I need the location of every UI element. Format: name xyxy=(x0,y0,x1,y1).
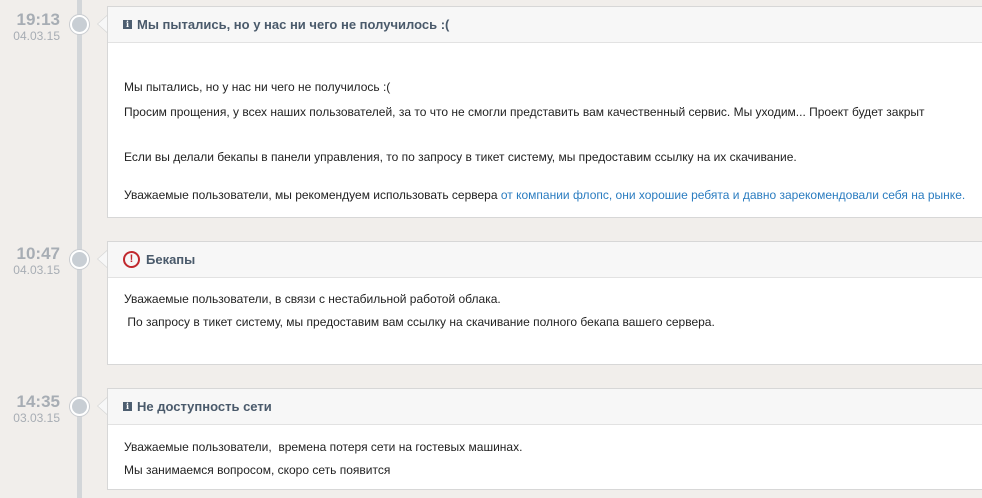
timeline-dot xyxy=(70,397,89,416)
timeline-dot xyxy=(70,250,89,269)
announcement-card: i Мы пытались, но у нас ни чего не получ… xyxy=(107,6,982,218)
body-line: Просим прощения, у всех наших пользовате… xyxy=(124,105,925,119)
body-line: По запросу в тикет систему, мы предостав… xyxy=(124,315,715,329)
card-pointer xyxy=(97,15,107,33)
card-pointer xyxy=(97,397,107,415)
body-line: Уважаемые пользователи, в связи с нестаб… xyxy=(124,292,501,306)
timeline-dot xyxy=(70,15,89,34)
card-body: Мы пытались, но у нас ни чего не получил… xyxy=(108,80,982,203)
entry-timestamp: 10:47 04.03.15 xyxy=(0,245,60,277)
entry-date: 03.03.15 xyxy=(13,411,60,425)
recommendation-link[interactable]: от компании флопс, они хорошие ребята и … xyxy=(501,188,965,202)
body-line: Уважаемые пользователи, мы рекомендуем и… xyxy=(124,188,982,203)
card-body: Уважаемые пользователи, времена потеря с… xyxy=(108,440,982,478)
entry-date: 04.03.15 xyxy=(13,29,60,43)
entry-date: 04.03.15 xyxy=(13,263,60,277)
warning-icon: ! xyxy=(123,251,140,268)
info-icon: i xyxy=(123,20,132,29)
card-body: Уважаемые пользователи, в связи с нестаб… xyxy=(108,292,982,330)
card-pointer xyxy=(97,250,107,268)
body-text: Уважаемые пользователи, мы рекомендуем и… xyxy=(124,188,501,202)
entry-time: 10:47 xyxy=(16,244,60,263)
body-line: Мы пытались, но у нас ни чего не получил… xyxy=(124,80,391,94)
body-line: Уважаемые пользователи, времена потеря с… xyxy=(124,440,523,454)
card-title: Бекапы xyxy=(146,252,196,267)
announcement-card: ! Бекапы Уважаемые пользователи, в связи… xyxy=(107,241,982,365)
card-header: i Мы пытались, но у нас ни чего не получ… xyxy=(108,7,982,43)
body-line: Мы занимаемся вопросом, скоро сеть появи… xyxy=(124,463,391,477)
announcement-card: i Не доступность сети Уважаемые пользова… xyxy=(107,388,982,490)
card-header: ! Бекапы xyxy=(108,242,982,278)
entry-time: 19:13 xyxy=(16,10,60,29)
info-icon: i xyxy=(123,402,132,411)
entry-timestamp: 14:35 03.03.15 xyxy=(0,393,60,425)
entry-timestamp: 19:13 04.03.15 xyxy=(0,11,60,43)
timeline-line xyxy=(77,0,82,498)
card-title: Не доступность сети xyxy=(137,399,272,414)
card-header: i Не доступность сети xyxy=(108,389,982,425)
card-title: Мы пытались, но у нас ни чего не получил… xyxy=(137,17,450,32)
entry-time: 14:35 xyxy=(16,392,60,411)
body-line: Если вы делали бекапы в панели управлени… xyxy=(124,150,797,164)
